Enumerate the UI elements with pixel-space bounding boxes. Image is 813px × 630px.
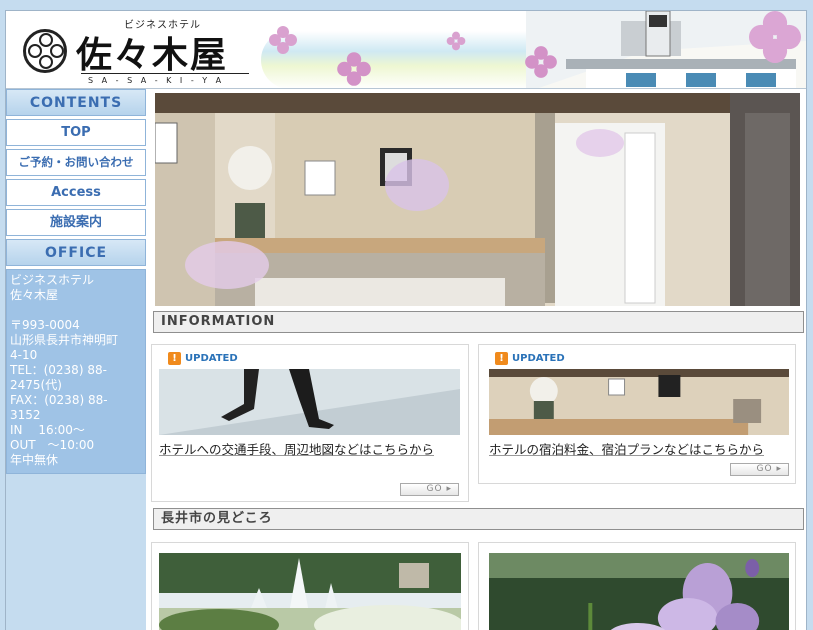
contents-heading: CONTENTS: [6, 89, 146, 116]
flower-decoration-icon: [337, 52, 371, 86]
hotel-crest-logo: [23, 29, 67, 73]
updated-label: UPDATED: [185, 352, 238, 364]
hotel-name-roman: S A - S A - K I - Y A: [88, 76, 225, 85]
office-line: 3152: [10, 408, 41, 422]
office-line: 4-10: [10, 348, 38, 362]
info-card-text[interactable]: ホテルへの交通手段、周辺地図などはこちらから: [159, 440, 461, 459]
flower-decoration-icon: [269, 26, 297, 54]
info-card-text[interactable]: ホテルの宿泊料金、宿泊プランなどはこちらから: [489, 440, 791, 459]
updated-badge: ! UPDATED: [168, 351, 238, 365]
logo-divider: [81, 73, 249, 74]
office-info: ビジネスホテル 佐々木屋 〒993-0004 山形県長井市神明町 4-10 TE…: [6, 269, 146, 474]
exclamation-icon: !: [495, 351, 508, 365]
hotel-name-logo: 佐々木屋: [76, 34, 229, 76]
office-line: ビジネスホテル: [10, 273, 95, 287]
office-line: 2475(代): [10, 378, 62, 392]
sights-heading: 長井市の見どころ: [153, 508, 804, 530]
go-button[interactable]: GO ▸: [730, 463, 789, 476]
updated-label: UPDATED: [512, 352, 565, 364]
info-card-access: ! UPDATED ホテルへの交通手段、周辺地図などはこちらから GO ▸: [151, 344, 469, 502]
office-line: 年中無休: [10, 453, 59, 467]
information-heading: INFORMATION: [153, 311, 804, 333]
nav-access-button[interactable]: Access: [6, 179, 146, 206]
office-line: 〒993-0004: [10, 318, 80, 332]
updated-badge: ! UPDATED: [495, 351, 565, 365]
go-button[interactable]: GO ▸: [400, 483, 459, 496]
flower-decoration-icon: [446, 31, 466, 51]
iris-flower-photo: [489, 553, 789, 630]
walking-feet-photo: [159, 369, 460, 435]
office-line: OUT ～10:00: [10, 438, 95, 452]
site-header: ビジネスホテル 佐々木屋 S A - S A - K I - Y A: [6, 11, 806, 89]
sight-card-fountain[interactable]: [151, 542, 469, 630]
office-line: 山形県長井市神明町: [10, 333, 119, 347]
sidebar-background: [6, 470, 146, 630]
info-card-rates: ! UPDATED ホテルの宿泊料金、宿泊プランなどはこちらから GO ▸: [478, 344, 796, 484]
flower-decoration-icon: [749, 11, 801, 63]
fountain-park-photo: [159, 553, 461, 630]
office-line: IN 16:00～: [10, 423, 85, 437]
sidebar: CONTENTS TOP ご予約・お問い合わせ Access 施設案内 OFFI…: [6, 89, 146, 474]
hero-lobby-photo: [155, 93, 800, 306]
flower-decoration-icon: [525, 46, 557, 78]
office-line: FAX：(0238) 88-: [10, 393, 108, 407]
lobby-thumbnail-photo: [489, 369, 789, 435]
nav-facilities-button[interactable]: 施設案内: [6, 209, 146, 236]
office-heading: OFFICE: [6, 239, 146, 266]
office-line: [10, 303, 142, 318]
exclamation-icon: !: [168, 351, 181, 365]
nav-top-button[interactable]: TOP: [6, 119, 146, 146]
sight-card-iris[interactable]: [478, 542, 796, 630]
office-line: TEL：(0238) 88-: [10, 363, 107, 377]
nav-reservation-button[interactable]: ご予約・お問い合わせ: [6, 149, 146, 176]
office-line: 佐々木屋: [10, 288, 59, 302]
